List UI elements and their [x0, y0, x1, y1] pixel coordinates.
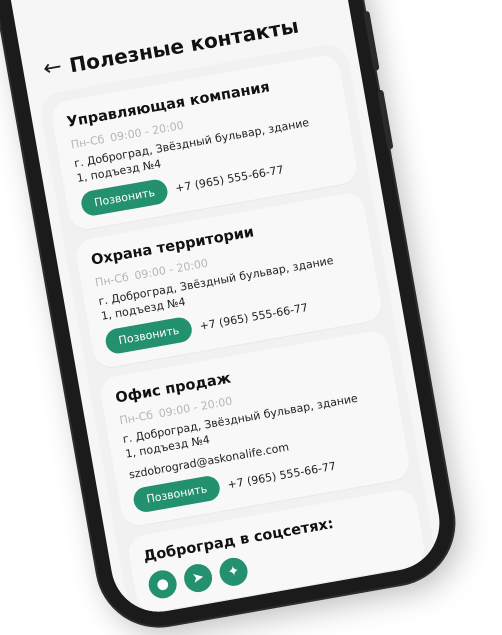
call-button[interactable]: Позвонить	[79, 177, 170, 218]
side-button	[377, 89, 394, 150]
hours-days: Пн-Сб	[69, 132, 106, 152]
hours-days: Пн-Сб	[118, 408, 155, 428]
contacts-list: Управляющая компания Пн-Сб 09:00 - 20:00 …	[37, 41, 441, 620]
phone-number[interactable]: +7 (965) 555-66-77	[174, 163, 284, 195]
phone-number[interactable]: +7 (965) 555-66-77	[199, 301, 309, 333]
phone-number[interactable]: +7 (965) 555-66-77	[227, 460, 337, 492]
hours-days: Пн-Сб	[94, 270, 130, 290]
sparkle-icon[interactable]: ✦	[217, 555, 250, 589]
arrow-left-icon[interactable]: ←	[41, 54, 63, 82]
telegram-icon[interactable]: ➤	[181, 561, 215, 595]
call-button[interactable]: Позвонить	[131, 474, 222, 514]
call-button[interactable]: Позвонить	[103, 315, 195, 356]
phone-frame: ← Полезные контакты Управляющая компания…	[0, 0, 464, 635]
vk-icon[interactable]: ●	[146, 568, 179, 601]
side-button	[363, 10, 380, 71]
